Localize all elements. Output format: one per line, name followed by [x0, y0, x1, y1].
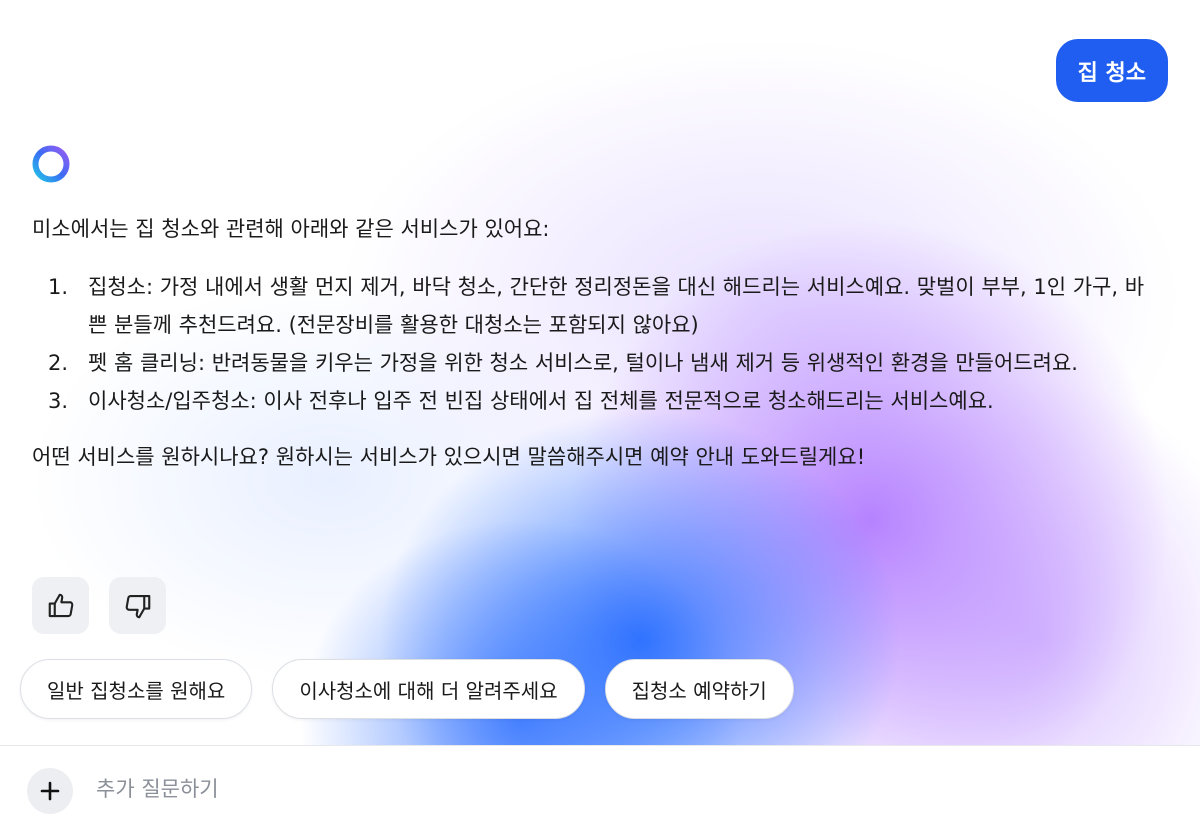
suggestion-chip-moving-cleaning[interactable]: 이사청소에 대해 더 알려주세요 — [272, 659, 585, 719]
plus-icon — [40, 781, 60, 801]
service-text: 이사청소/입주청소: 이사 전후나 입주 전 빈집 상태에서 집 전체를 전문적… — [88, 389, 994, 413]
service-item: 3. 이사청소/입주청소: 이사 전후나 입주 전 빈집 상태에서 집 전체를 … — [32, 382, 1162, 420]
add-attachment-button[interactable] — [27, 768, 73, 814]
service-text: 펫 홈 클리닝: 반려동물을 키우는 가정을 위한 청소 서비스로, 털이나 냄… — [88, 351, 1078, 375]
service-text: 집청소: 가정 내에서 생활 먼지 제거, 바닥 청소, 간단한 정리정돈을 대… — [88, 275, 1145, 337]
assistant-logo-icon — [31, 144, 71, 184]
user-message-bubble: 집 청소 — [1055, 39, 1168, 102]
user-message-text: 집 청소 — [1077, 60, 1146, 86]
like-button[interactable] — [32, 577, 89, 634]
suggestion-chips: 일반 집청소를 원해요 이사청소에 대해 더 알려주세요 집청소 예약하기 — [20, 659, 794, 719]
chat-input-field[interactable]: 추가 질문하기 — [96, 773, 219, 803]
assistant-intro: 미소에서는 집 청소와 관련해 아래와 같은 서비스가 있어요: — [32, 217, 550, 241]
service-item: 2. 펫 홈 클리닝: 반려동물을 키우는 가정을 위한 청소 서비스로, 털이… — [32, 344, 1162, 382]
suggestion-chip-general-cleaning[interactable]: 일반 집청소를 원해요 — [20, 659, 253, 719]
service-item: 1. 집청소: 가정 내에서 생활 먼지 제거, 바닥 청소, 간단한 정리정돈… — [32, 268, 1162, 344]
dislike-button[interactable] — [109, 577, 166, 634]
thumbs-up-icon — [48, 593, 73, 617]
feedback-bar — [32, 577, 166, 634]
service-number: 2. — [48, 351, 69, 375]
chat-input-bar: 추가 질문하기 — [0, 745, 1200, 837]
thumbs-down-icon — [125, 594, 150, 618]
assistant-message: 미소에서는 집 청소와 관련해 아래와 같은 서비스가 있어요: 1. 집청소:… — [32, 210, 1162, 476]
service-number: 1. — [48, 275, 69, 299]
assistant-closing: 어떤 서비스를 원하시나요? 원하시는 서비스가 있으시면 말씀해주시면 예약 … — [32, 445, 866, 469]
service-list: 1. 집청소: 가정 내에서 생활 먼지 제거, 바닥 청소, 간단한 정리정돈… — [32, 268, 1162, 420]
suggestion-chip-book-cleaning[interactable]: 집청소 예약하기 — [604, 659, 794, 719]
service-number: 3. — [48, 389, 69, 413]
